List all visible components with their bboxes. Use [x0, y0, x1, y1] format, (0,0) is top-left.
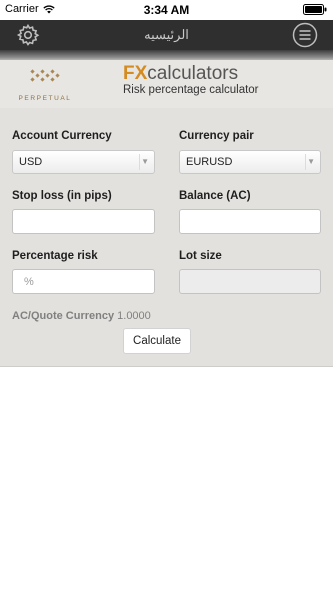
quote-rate: AC/Quote Currency 1.0000 [12, 310, 151, 322]
account-currency-value: USD [19, 156, 43, 168]
stop-loss-label: Stop loss (in pips) [12, 190, 112, 202]
logo-mark-icon [30, 69, 60, 82]
currency-pair-value: EURUSD [186, 156, 233, 168]
currency-pair-select[interactable]: EURUSD ▼ [179, 150, 321, 174]
calculator-form: Account Currency USD ▼ Currency pair EUR… [0, 108, 333, 367]
select-divider [305, 154, 306, 170]
account-currency-select[interactable]: USD ▼ [12, 150, 155, 174]
brand-title: FXcalculators [123, 64, 238, 84]
currency-pair-label: Currency pair [179, 130, 254, 142]
calculate-button[interactable]: Calculate [123, 328, 191, 354]
lot-size-label: Lot size [179, 250, 222, 262]
hamburger-menu-icon[interactable] [292, 22, 318, 48]
status-bar: Carrier 3:34 AM [0, 0, 333, 20]
account-currency-label: Account Currency [12, 130, 112, 142]
status-time: 3:34 AM [143, 3, 190, 17]
chevron-down-icon: ▼ [141, 157, 149, 166]
balance-label: Balance (AC) [179, 190, 251, 202]
calculator-header: PERPETUAL FXcalculators Risk percentage … [0, 60, 333, 108]
app-screen: Carrier 3:34 AM الرئيسيه PERPETUAL FXcal… [0, 0, 333, 592]
select-divider [139, 154, 140, 170]
balance-input[interactable] [179, 209, 321, 234]
percentage-risk-placeholder: % [24, 276, 34, 288]
brand-calculators: calculators [147, 63, 239, 84]
quote-rate-value: 1.0000 [117, 310, 151, 322]
logo-text: PERPETUAL [18, 95, 72, 102]
chevron-down-icon: ▼ [307, 157, 315, 166]
stop-loss-input[interactable] [12, 209, 155, 234]
perpetual-logo: PERPETUAL [12, 68, 78, 106]
quote-rate-label: AC/Quote Currency [12, 310, 115, 322]
percentage-risk-label: Percentage risk [12, 250, 98, 262]
calculator-subtitle: Risk percentage calculator [123, 84, 259, 96]
page-title: الرئيسيه [144, 27, 189, 42]
navigation-bar: الرئيسيه [0, 20, 333, 51]
brand-fx: FX [123, 63, 148, 84]
battery-icon [303, 4, 327, 15]
percentage-risk-input[interactable]: % [12, 269, 155, 294]
gear-icon[interactable] [16, 23, 40, 47]
lot-size-output [179, 269, 321, 294]
